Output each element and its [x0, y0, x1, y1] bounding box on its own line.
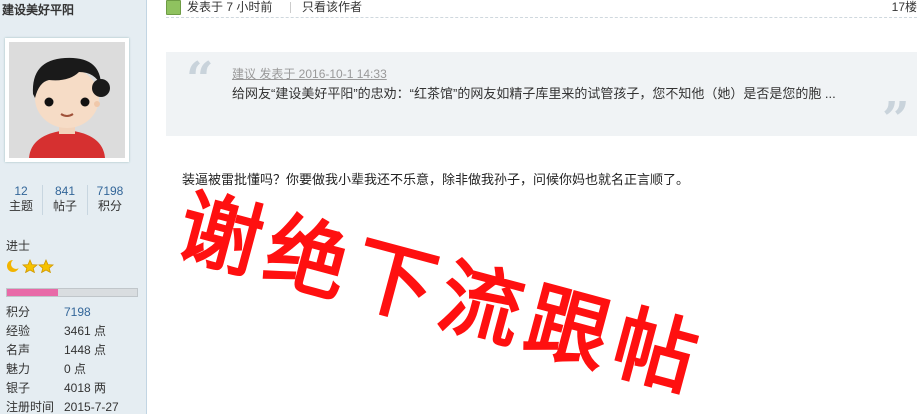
floor-number[interactable]: 17楼 — [892, 0, 917, 15]
avatar-image — [9, 42, 125, 158]
reply-text: 装逼被雷批懂吗？你要做我小辈我还不乐意，除非做我孙子，问候你妈也就名正言顺了。 — [182, 172, 690, 187]
avatar[interactable] — [5, 38, 129, 162]
profile-row-registered: 注册时间 2015-7-27 — [6, 398, 136, 417]
profile-key: 名声 — [6, 343, 31, 357]
quote-close-icon: ” — [882, 92, 910, 148]
profile-row-charm: 魅力 0 点 — [6, 360, 136, 379]
profile-details: 积分 7198 经验 3461 点 名声 1448 点 魅力 0 点 银子 40… — [6, 303, 136, 417]
level-progress-fill — [7, 289, 58, 296]
stat-posts-label: 帖子 — [52, 199, 77, 213]
post-time: 发表于 7 小时前 — [187, 0, 273, 14]
stat-topics[interactable]: 12 主题 — [0, 183, 42, 214]
star-icon — [37, 258, 55, 274]
profile-row-experience: 经验 3461 点 — [6, 322, 136, 341]
stat-points-label: 积分 — [97, 199, 122, 213]
profile-row-reputation: 名声 1448 点 — [6, 341, 136, 360]
rank-stars — [6, 258, 55, 276]
divider — [87, 185, 88, 215]
quote-text: 给网友“建设美好平阳”的忠劝：“红茶馆”的网友如精子库里来的试管孩子，您不知他（… — [232, 86, 836, 101]
user-rank[interactable]: 进士 — [6, 237, 30, 254]
stat-topics-value: 12 — [14, 184, 28, 198]
profile-value: 1448 点 — [64, 343, 107, 357]
post-info-bar: 发表于 7 小时前 只看该作者 17楼 — [166, 0, 917, 18]
star-icon — [21, 258, 39, 274]
profile-key: 魅力 — [6, 362, 31, 376]
profile-key: 银子 — [6, 381, 31, 395]
profile-value[interactable]: 7198 — [64, 303, 91, 322]
profile-key: 经验 — [6, 324, 31, 338]
divider — [290, 2, 291, 13]
divider — [166, 17, 917, 18]
stat-topics-label: 主题 — [8, 199, 33, 213]
profile-key: 注册时间 — [6, 400, 55, 414]
quote-header[interactable]: 建议 发表于 2016-10-1 14:33 — [232, 65, 387, 82]
profile-value: 3461 点 — [64, 324, 107, 338]
user-sidebar: 建设美好平阳 12 主题 841 帖子 7198 积分 进士 积分 7198 经… — [0, 0, 147, 414]
stat-posts-value: 841 — [54, 184, 76, 198]
moon-icon — [7, 259, 21, 272]
stat-points[interactable]: 7198 积分 — [89, 183, 131, 214]
quote-open-icon: “ — [186, 52, 214, 108]
profile-row-silver: 银子 4018 两 — [6, 379, 136, 398]
profile-key: 积分 — [6, 305, 31, 319]
username[interactable]: 建设美好平阳 — [2, 1, 74, 18]
level-progress-bar — [6, 288, 138, 297]
profile-row-points: 积分 7198 — [6, 303, 136, 322]
profile-value: 2015-7-27 — [64, 400, 119, 414]
divider — [42, 185, 43, 215]
profile-value: 4018 两 — [64, 381, 107, 395]
quote-block: “ 建议 发表于 2016-10-1 14:33 给网友“建设美好平阳”的忠劝：… — [166, 52, 917, 144]
stat-posts[interactable]: 841 帖子 — [44, 183, 86, 214]
online-status-icon — [166, 0, 181, 15]
stat-points-value: 7198 — [96, 184, 124, 198]
overlay-slogan: 谢绝下流跟帖 — [168, 179, 715, 411]
author-only-link[interactable]: 只看该作者 — [302, 0, 362, 15]
profile-value: 0 点 — [64, 362, 87, 376]
